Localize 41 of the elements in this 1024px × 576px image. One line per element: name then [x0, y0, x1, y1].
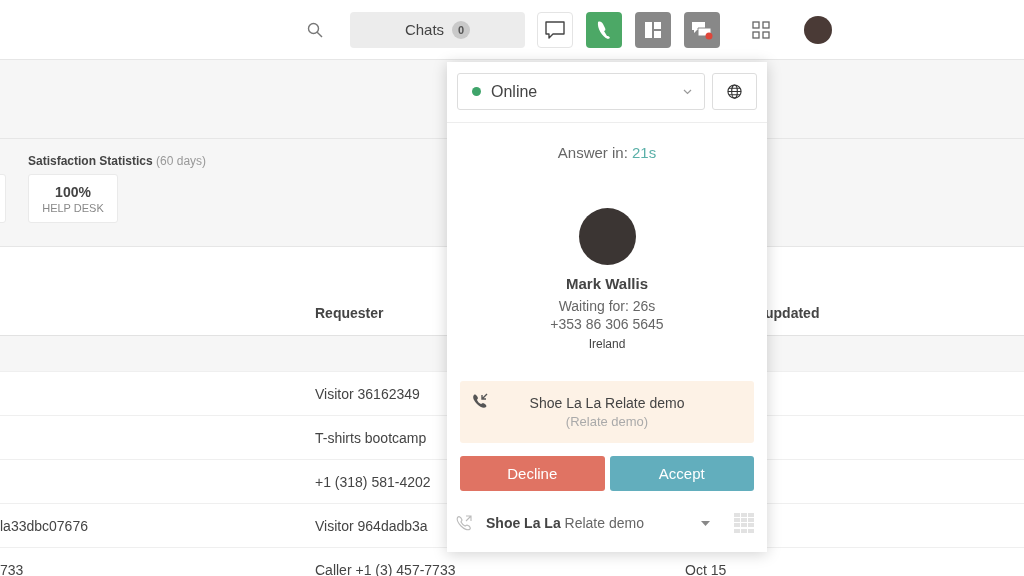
user-avatar[interactable] [804, 15, 832, 44]
line-subtitle: (Relate demo) [565, 414, 649, 429]
status-dropdown[interactable]: Online [457, 73, 705, 110]
chat-alert-button[interactable] [684, 11, 720, 48]
stat-value: 100% [55, 183, 91, 200]
layout-icon [644, 20, 662, 39]
chats-button[interactable]: Chats 0 [350, 11, 525, 48]
answer-countdown: Answer in: 21s [556, 144, 658, 161]
table-cell: +1 (318) 581-4202 [315, 473, 431, 490]
chat-bubble-icon [545, 20, 565, 39]
outgoing-line-selector[interactable]: Shoe La La Relate demo [486, 515, 687, 531]
chat-count-badge: 0 [452, 20, 471, 39]
chat-button[interactable] [537, 11, 573, 48]
column-header[interactable]: Requester [315, 305, 384, 321]
apps-grid-icon[interactable] [752, 20, 770, 39]
chat-alert-icon [691, 19, 713, 40]
table-cell: T-shirts bootcamp [315, 429, 427, 446]
stat-label: HELP DESK [42, 201, 104, 214]
caret-down-icon[interactable] [701, 520, 710, 526]
stats-title: Satisfaction Statistics (60 days) [28, 154, 208, 168]
line-name: Shoe La La Relate demo [529, 395, 685, 411]
table-cell: Visitor 36162349 [315, 385, 420, 402]
table-cell: 733 [0, 561, 24, 576]
table-cell: la33dbc07676 [0, 517, 88, 534]
caller-avatar [578, 208, 636, 265]
caller-phone: +353 86 306 5645 [549, 315, 665, 333]
caller-country: Ireland [587, 337, 627, 351]
phone-outline-icon [456, 515, 472, 531]
chevron-down-icon [683, 88, 692, 95]
search-icon[interactable] [307, 21, 323, 38]
layout-button[interactable] [635, 11, 671, 48]
column-header[interactable]: updated [765, 305, 820, 321]
caller-name: Mark Wallis [565, 275, 649, 292]
table-cell: Visitor 964dadb3a [315, 517, 428, 534]
phone-button[interactable] [586, 11, 622, 48]
table-cell: Oct 15 [685, 561, 727, 576]
language-button[interactable] [712, 73, 757, 110]
phone-icon [595, 19, 613, 40]
wait-time: Waiting for: 26s [557, 297, 657, 315]
globe-icon [727, 84, 742, 99]
incoming-call-icon [472, 393, 488, 409]
